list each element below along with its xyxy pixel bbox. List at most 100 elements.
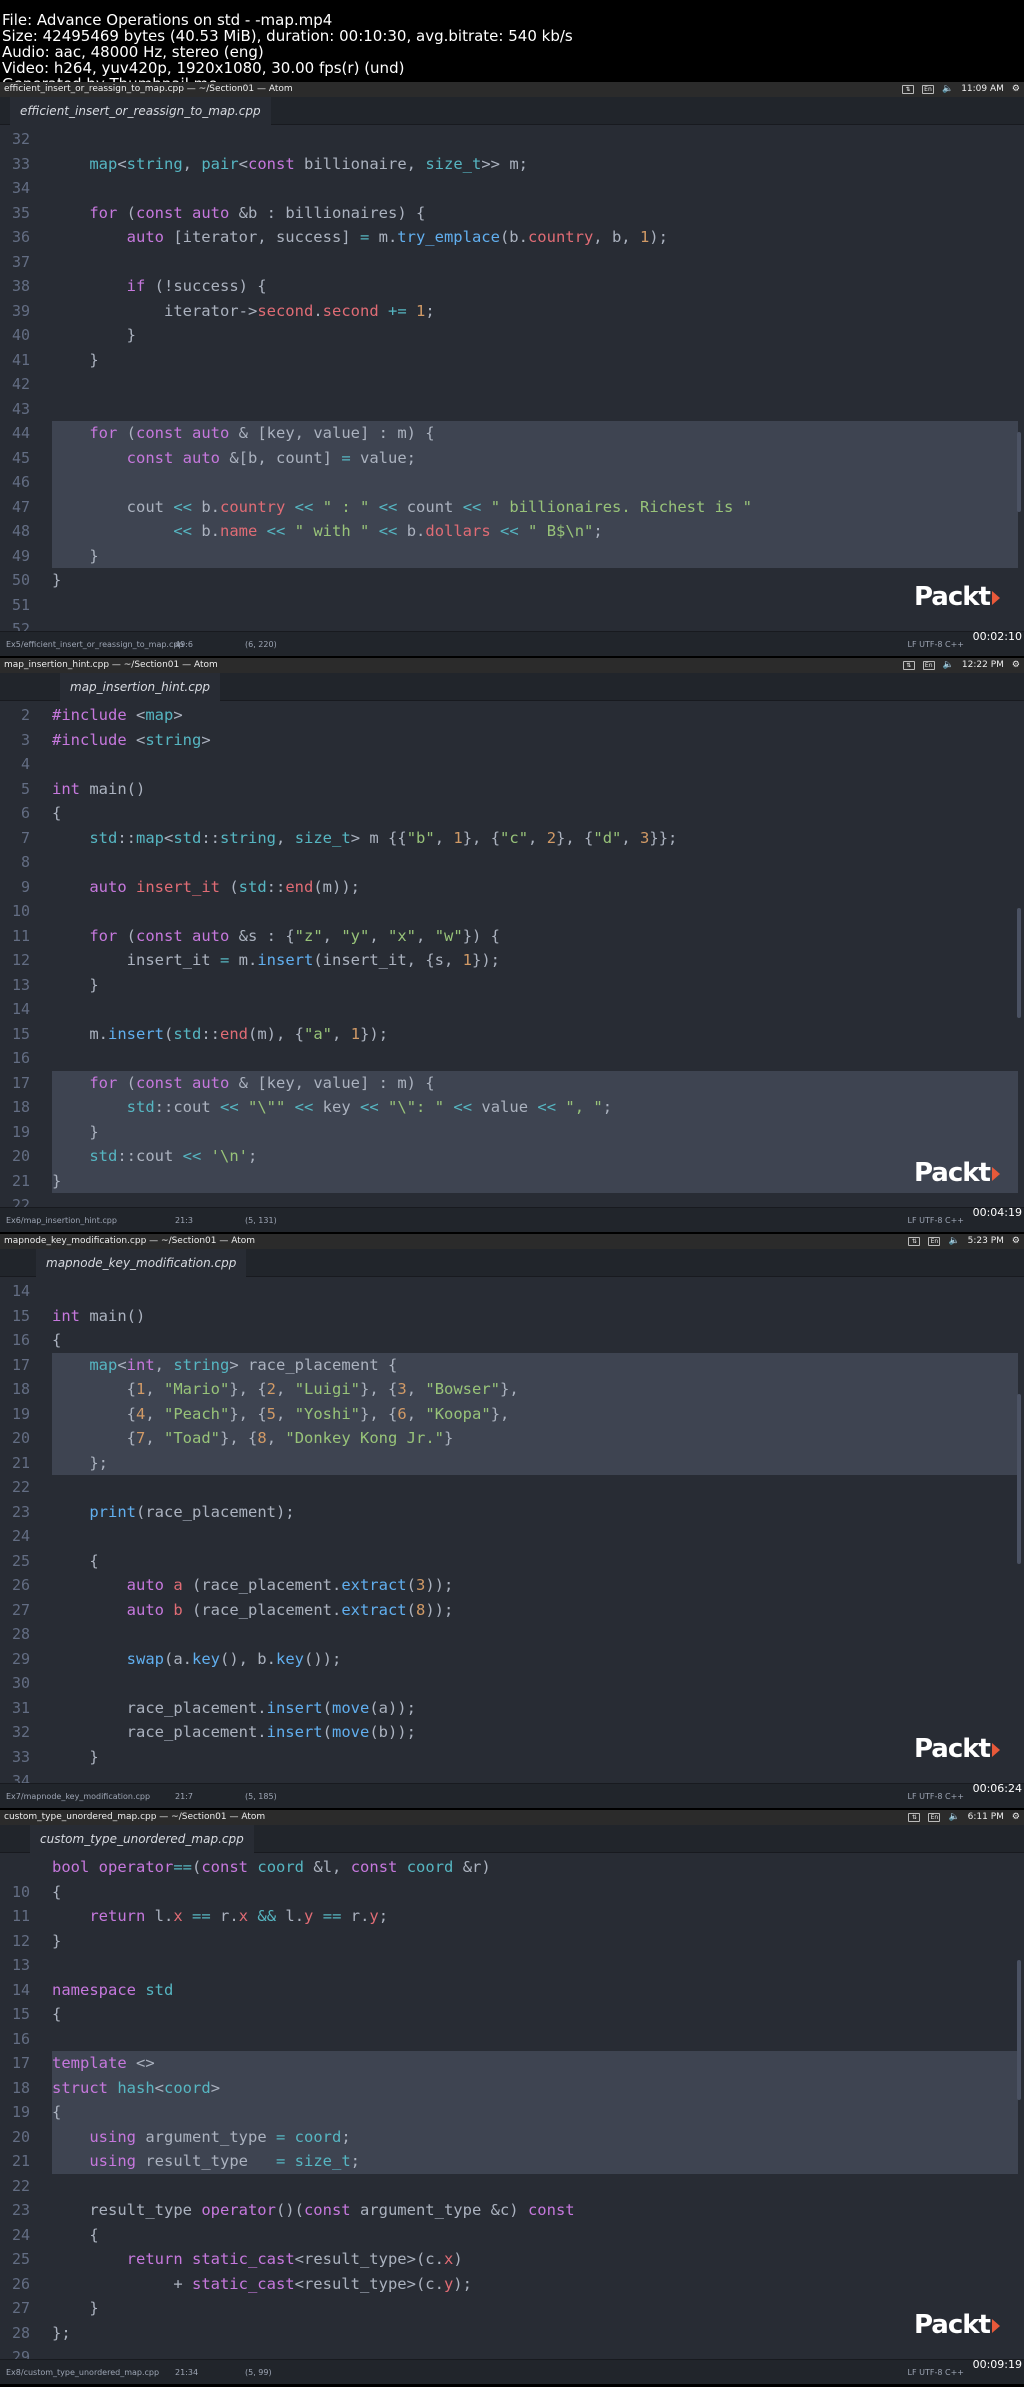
- code-line[interactable]: 6{: [0, 801, 1024, 826]
- clock[interactable]: 11:09 AM: [961, 82, 1004, 97]
- code-line[interactable]: 28: [0, 1622, 1024, 1647]
- status-cursor-position[interactable]: 49:6: [175, 632, 193, 656]
- code-line[interactable]: 36 auto [iterator, success] = m.try_empl…: [0, 225, 1024, 250]
- network-icon[interactable]: ⇅: [908, 1813, 921, 1822]
- code-line[interactable]: 16: [0, 1046, 1024, 1071]
- code-line[interactable]: 38 if (!success) {: [0, 274, 1024, 299]
- code-line[interactable]: 24 {: [0, 2223, 1024, 2248]
- status-cursor-position[interactable]: 21:3: [175, 1208, 193, 1232]
- code-line[interactable]: 32: [0, 127, 1024, 152]
- code-line[interactable]: 20 std::cout << '\n';: [0, 1144, 1024, 1169]
- status-encoding[interactable]: LF UTF-8 C++: [908, 1784, 964, 1808]
- code-line[interactable]: 12}: [0, 1929, 1024, 1954]
- gear-icon[interactable]: ⚙: [1012, 658, 1020, 673]
- code-line[interactable]: 48 << b.name << " with " << b.dollars <<…: [0, 519, 1024, 544]
- code-line[interactable]: 15 {: [0, 2002, 1024, 2027]
- code-line[interactable]: 13 }: [0, 973, 1024, 998]
- code-line[interactable]: 16: [0, 2027, 1024, 2052]
- clock[interactable]: 12:22 PM: [962, 658, 1004, 673]
- code-line[interactable]: 41 }: [0, 348, 1024, 373]
- code-line[interactable]: 5 int main(): [0, 777, 1024, 802]
- gear-icon[interactable]: ⚙: [1012, 82, 1020, 97]
- network-icon[interactable]: ⇅: [901, 85, 914, 94]
- code-line[interactable]: 33 map<string, pair<const billionaire, s…: [0, 152, 1024, 177]
- code-line[interactable]: 24: [0, 1524, 1024, 1549]
- code-line[interactable]: 10 {: [0, 1880, 1024, 1905]
- scrollbar-thumb[interactable]: [1017, 908, 1021, 1018]
- code-line[interactable]: bool operator==(const coord &l, const co…: [0, 1855, 1024, 1880]
- code-line[interactable]: 47 cout << b.country << " : " << count <…: [0, 495, 1024, 520]
- code-line[interactable]: 19 }: [0, 1120, 1024, 1145]
- code-line[interactable]: 34: [0, 1769, 1024, 1783]
- tab-active-file[interactable]: efficient_insert_or_reassign_to_map.cpp: [10, 97, 271, 125]
- code-line[interactable]: 19 {4, "Peach"}, {5, "Yoshi"}, {6, "Koop…: [0, 1402, 1024, 1427]
- volume-icon[interactable]: 🔈: [948, 1234, 959, 1249]
- clock[interactable]: 5:23 PM: [968, 1234, 1004, 1249]
- gear-icon[interactable]: ⚙: [1012, 1234, 1020, 1249]
- code-line[interactable]: 29: [0, 2345, 1024, 2359]
- code-line[interactable]: 23 print(race_placement);: [0, 1500, 1024, 1525]
- code-line[interactable]: 12 insert_it = m.insert(insert_it, {s, 1…: [0, 948, 1024, 973]
- code-line[interactable]: 51: [0, 593, 1024, 618]
- code-line[interactable]: 25 {: [0, 1549, 1024, 1574]
- keyboard-layout-icon[interactable]: En: [922, 661, 935, 670]
- volume-icon[interactable]: 🔈: [942, 82, 953, 97]
- code-line[interactable]: 45 const auto &[b, count] = value;: [0, 446, 1024, 471]
- code-line[interactable]: 42: [0, 372, 1024, 397]
- code-line[interactable]: 17 template <>: [0, 2051, 1024, 2076]
- code-line[interactable]: 39 iterator->second.second += 1;: [0, 299, 1024, 324]
- code-editor[interactable]: bool operator==(const coord &l, const co…: [0, 1853, 1024, 2359]
- network-icon[interactable]: ⇅: [902, 661, 915, 670]
- tab-active-file[interactable]: mapnode_key_modification.cpp: [36, 1249, 247, 1277]
- code-line[interactable]: 18 std::cout << "\"" << key << "\": " <<…: [0, 1095, 1024, 1120]
- code-line[interactable]: 15 m.insert(std::end(m), {"a", 1});: [0, 1022, 1024, 1047]
- code-line[interactable]: 46: [0, 470, 1024, 495]
- code-line[interactable]: 22: [0, 2174, 1024, 2199]
- code-line[interactable]: 49 }: [0, 544, 1024, 569]
- code-line[interactable]: 27 }: [0, 2296, 1024, 2321]
- code-line[interactable]: 2 #include <map>: [0, 703, 1024, 728]
- code-line[interactable]: 9 auto insert_it (std::end(m));: [0, 875, 1024, 900]
- code-line[interactable]: 17 map<int, string> race_placement {: [0, 1353, 1024, 1378]
- code-line[interactable]: 19 {: [0, 2100, 1024, 2125]
- status-encoding[interactable]: LF UTF-8 C++: [908, 632, 964, 656]
- code-line[interactable]: 20 {7, "Toad"}, {8, "Donkey Kong Jr."}: [0, 1426, 1024, 1451]
- code-line[interactable]: 25 return static_cast<result_type>(c.x): [0, 2247, 1024, 2272]
- code-line[interactable]: 3 #include <string>: [0, 728, 1024, 753]
- code-line[interactable]: 13: [0, 1953, 1024, 1978]
- scrollbar-thumb[interactable]: [1017, 1394, 1021, 1564]
- status-file-path[interactable]: Ex6/map_insertion_hint.cpp: [6, 1208, 117, 1232]
- code-line[interactable]: 11 return l.x == r.x && l.y == r.y;: [0, 1904, 1024, 1929]
- status-cursor-position[interactable]: 21:7: [175, 1784, 193, 1808]
- status-file-path[interactable]: Ex8/custom_type_unordered_map.cpp: [6, 2360, 159, 2384]
- code-line[interactable]: 14: [0, 997, 1024, 1022]
- keyboard-layout-icon[interactable]: En: [928, 1237, 941, 1246]
- code-line[interactable]: 21 };: [0, 1451, 1024, 1476]
- status-cursor-position[interactable]: 21:34: [175, 2360, 198, 2384]
- code-line[interactable]: 33 }: [0, 1745, 1024, 1770]
- code-line[interactable]: 17 for (const auto & [key, value] : m) {: [0, 1071, 1024, 1096]
- code-line[interactable]: 11 for (const auto &s : {"z", "y", "x", …: [0, 924, 1024, 949]
- volume-icon[interactable]: 🔈: [943, 658, 954, 673]
- code-line[interactable]: 26 auto a (race_placement.extract(3));: [0, 1573, 1024, 1598]
- code-editor[interactable]: 14 15 int main() 16 {17 map<int, string> rac…: [0, 1277, 1024, 1783]
- scrollbar-thumb[interactable]: [1017, 432, 1021, 512]
- code-line[interactable]: 14: [0, 1279, 1024, 1304]
- keyboard-layout-icon[interactable]: En: [921, 85, 934, 94]
- code-line[interactable]: 27 auto b (race_placement.extract(8));: [0, 1598, 1024, 1623]
- code-line[interactable]: 21 using result_type = size_t;: [0, 2149, 1024, 2174]
- keyboard-layout-icon[interactable]: En: [928, 1813, 941, 1822]
- clock[interactable]: 6:11 PM: [968, 1810, 1004, 1825]
- code-line[interactable]: 7 std::map<std::string, size_t> m {{"b",…: [0, 826, 1024, 851]
- code-editor[interactable]: 32 33 map<string, pair<const billionaire,…: [0, 125, 1024, 631]
- code-line[interactable]: 21}: [0, 1169, 1024, 1194]
- code-line[interactable]: 34: [0, 176, 1024, 201]
- code-line[interactable]: 18 struct hash<coord>: [0, 2076, 1024, 2101]
- code-line[interactable]: 30: [0, 1671, 1024, 1696]
- status-file-path[interactable]: Ex5/efficient_insert_or_reassign_to_map.…: [6, 632, 184, 656]
- volume-icon[interactable]: 🔈: [948, 1810, 959, 1825]
- code-line[interactable]: 20 using argument_type = coord;: [0, 2125, 1024, 2150]
- code-line[interactable]: 40 }: [0, 323, 1024, 348]
- code-line[interactable]: 32 race_placement.insert(move(b));: [0, 1720, 1024, 1745]
- code-line[interactable]: 15 int main(): [0, 1304, 1024, 1329]
